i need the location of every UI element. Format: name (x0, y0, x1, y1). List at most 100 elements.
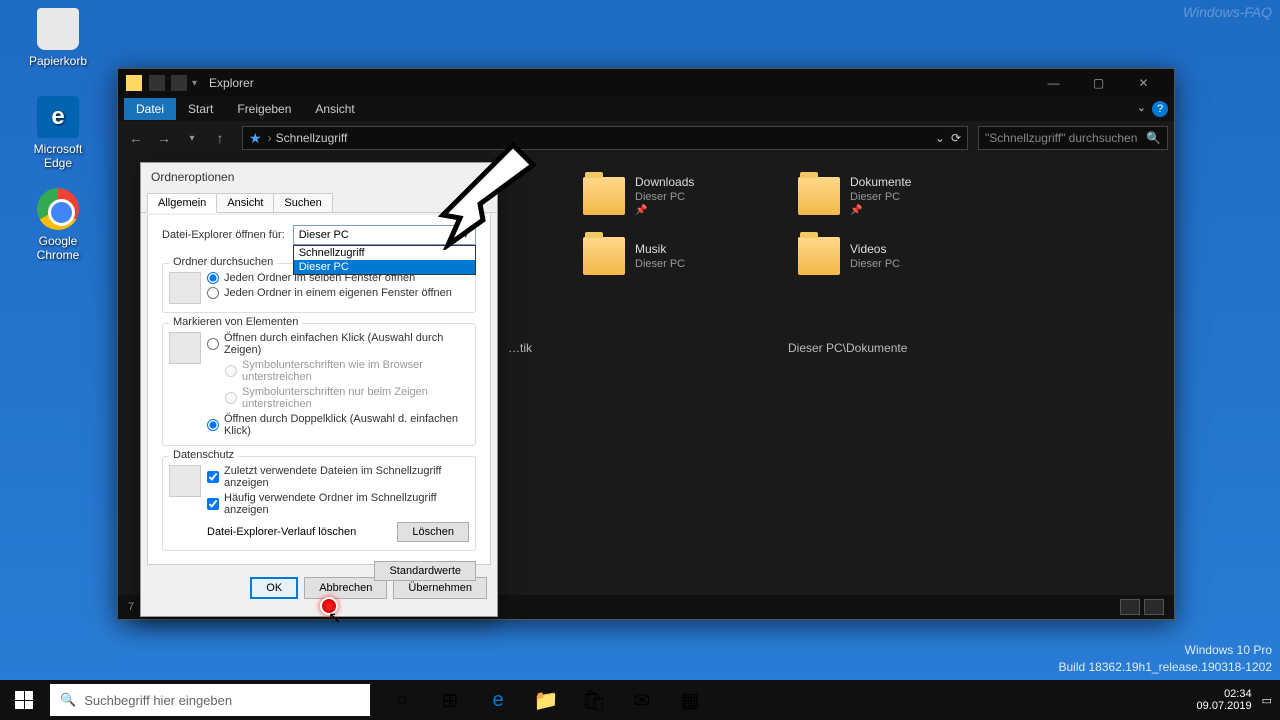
view-thumbnails-button[interactable] (1144, 599, 1164, 615)
folder-name: Dokumente (850, 175, 911, 189)
chevron-down-icon: ▼ (461, 230, 470, 240)
ribbon-tab-view[interactable]: Ansicht (303, 98, 366, 120)
dialog-title[interactable]: Ordneroptionen (141, 163, 497, 191)
search-placeholder: Suchbegriff hier eingeben (84, 693, 232, 708)
titlebar[interactable]: ▾ Explorer — ▢ ✕ (118, 69, 1174, 97)
search-icon: 🔍 (60, 692, 76, 708)
dropdown-item-thispc[interactable]: Dieser PC (294, 260, 475, 274)
breadcrumb[interactable]: Schnellzugriff (276, 131, 348, 145)
taskview-icon[interactable]: ⊞ (426, 680, 474, 720)
cortana-icon[interactable]: ○ (378, 680, 426, 720)
radio-label: Öffnen durch einfachen Klick (Auswahl du… (224, 332, 469, 356)
taskbar-edge-icon[interactable]: e (474, 680, 522, 720)
nav-up-button[interactable]: ↑ (208, 126, 232, 150)
folder-name: Videos (850, 242, 900, 256)
refresh-icon[interactable]: ⟳ (951, 131, 961, 145)
folder-downloads[interactable]: Downloads Dieser PC 📌 (583, 175, 694, 216)
desktop-icon-label: Papierkorb (29, 54, 87, 68)
qat-dropdown-icon[interactable]: ▾ (192, 78, 197, 89)
ribbon-tab-start[interactable]: Start (176, 98, 225, 120)
desktop-edge[interactable]: e Microsoft Edge (18, 96, 98, 170)
pin-icon: 📌 (635, 205, 694, 216)
click-group-title: Markieren von Elementen (169, 316, 302, 328)
tab-view[interactable]: Ansicht (216, 193, 274, 212)
breadcrumb-chevron-icon[interactable]: › (268, 131, 272, 145)
radio-own-window[interactable] (207, 287, 219, 299)
address-dropdown-icon[interactable]: ⌄ (935, 131, 945, 145)
windows-watermark: Windows 10 Pro Build 18362.19h1_release.… (1058, 642, 1272, 676)
folder-name: Musik (635, 242, 685, 256)
watermark-faq: Windows-FAQ (1183, 4, 1272, 20)
clear-history-label: Datei-Explorer-Verlauf löschen (207, 526, 356, 538)
desktop-icon-label: Microsoft Edge (34, 142, 83, 170)
folder-location: Dieser PC (850, 258, 900, 270)
close-button[interactable]: ✕ (1121, 69, 1166, 97)
folder-icon (583, 177, 625, 215)
address-bar[interactable]: ★ › Schnellzugriff ⌄ ⟳ (242, 126, 968, 150)
notifications-icon[interactable]: ▭ (1262, 694, 1272, 707)
folder-videos[interactable]: Videos Dieser PC (798, 237, 900, 275)
start-button[interactable] (0, 680, 48, 720)
desktop-chrome[interactable]: Google Chrome (18, 188, 98, 262)
help-icon[interactable]: ? (1152, 101, 1168, 117)
ribbon-tab-file[interactable]: Datei (124, 98, 176, 120)
radio-underline-point (225, 392, 237, 404)
cursor-annotation: ↖ (328, 608, 341, 628)
taskbar-search-input[interactable]: 🔍 Suchbegriff hier eingeben (50, 684, 370, 716)
open-for-combo[interactable]: Dieser PC ▼ Schnellzugriff Dieser PC (293, 225, 476, 245)
check-recent-files[interactable] (207, 471, 219, 483)
search-icon: 🔍 (1146, 131, 1161, 145)
restore-defaults-button[interactable]: Standardwerte (374, 561, 476, 581)
taskbar: 🔍 Suchbegriff hier eingeben ○ ⊞ e 📁 🛍 ✉ … (0, 680, 1280, 720)
tray-clock: 02:34 (1197, 688, 1252, 700)
tab-general[interactable]: Allgemein (147, 193, 217, 213)
desktop-recycle-bin[interactable]: Papierkorb (18, 8, 98, 68)
radio-single-click[interactable] (207, 338, 219, 350)
open-for-label: Datei-Explorer öffnen für: (162, 229, 285, 241)
radio-underline-browser (225, 365, 237, 377)
taskbar-explorer-icon[interactable]: 📁 (522, 680, 570, 720)
search-input[interactable]: "Schnellzugriff" durchsuchen 🔍 (978, 126, 1168, 150)
nav-back-button[interactable]: ← (124, 126, 148, 150)
radio-double-click[interactable] (207, 419, 219, 431)
tray-date: 09.07.2019 (1197, 700, 1252, 712)
maximize-button[interactable]: ▢ (1076, 69, 1121, 97)
folder-location: Dieser PC (635, 191, 694, 203)
ribbon: Datei Start Freigeben Ansicht ⌄ ? (118, 97, 1174, 121)
system-tray[interactable]: 02:34 09.07.2019 ▭ (1197, 688, 1280, 712)
folder-documents[interactable]: Dokumente Dieser PC 📌 (798, 175, 911, 216)
nav-history-button[interactable]: ▾ (180, 126, 204, 150)
clear-history-button[interactable]: Löschen (397, 522, 469, 542)
browse-folders-icon (169, 272, 201, 304)
combo-value: Dieser PC (299, 229, 349, 241)
view-details-button[interactable] (1120, 599, 1140, 615)
nav-forward-button[interactable]: → (152, 126, 176, 150)
dropdown-item-quickaccess[interactable]: Schnellzugriff (294, 246, 475, 260)
qat-properties-icon[interactable] (149, 75, 165, 91)
radio-same-window[interactable] (207, 272, 219, 284)
folder-icon (798, 237, 840, 275)
tab-search[interactable]: Suchen (273, 193, 332, 212)
quickaccess-star-icon: ★ (249, 130, 262, 147)
check-frequent-folders[interactable] (207, 498, 219, 510)
radio-label: Jeden Ordner in einem eigenen Fenster öf… (224, 287, 452, 299)
folder-music[interactable]: Musik Dieser PC (583, 237, 685, 275)
dialog-body: Datei-Explorer öffnen für: Dieser PC ▼ S… (147, 215, 491, 565)
recycle-bin-icon (37, 8, 79, 50)
open-for-dropdown: Schnellzugriff Dieser PC (293, 245, 476, 275)
check-label: Häufig verwendete Ordner im Schnellzugri… (224, 492, 469, 516)
chrome-icon (37, 188, 79, 230)
folder-location: Dieser PC (635, 258, 685, 270)
document-path: Dieser PC\Dokumente (788, 341, 907, 355)
taskbar-store-icon[interactable]: 🛍 (570, 680, 618, 720)
desktop-icon-label: Google Chrome (37, 234, 80, 262)
radio-label: Öffnen durch Doppelklick (Auswahl d. ein… (224, 413, 469, 437)
ribbon-tab-share[interactable]: Freigeben (225, 98, 303, 120)
qat-newfolder-icon[interactable] (171, 75, 187, 91)
minimize-button[interactable]: — (1031, 69, 1076, 97)
ribbon-collapse-icon[interactable]: ⌄ (1137, 101, 1146, 117)
dialog-tabs: Allgemein Ansicht Suchen (141, 191, 497, 213)
taskbar-app-icon[interactable]: ▦ (666, 680, 714, 720)
taskbar-mail-icon[interactable]: ✉ (618, 680, 666, 720)
folder-options-dialog: Ordneroptionen Allgemein Ansicht Suchen … (140, 162, 498, 617)
